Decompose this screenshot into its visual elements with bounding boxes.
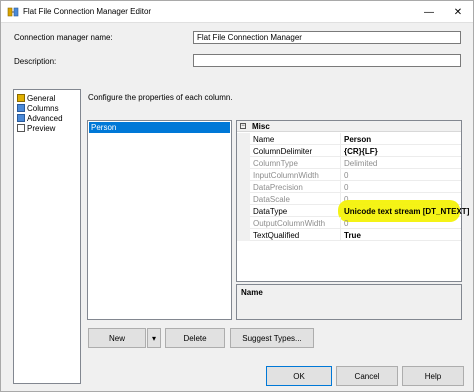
suggest-types-button-label: Suggest Types... (242, 333, 302, 343)
suggest-types-button[interactable]: Suggest Types... (230, 328, 314, 348)
new-button-label: New (108, 333, 125, 343)
connection-name-input[interactable]: Flat File Connection Manager (193, 31, 461, 44)
description-input[interactable] (193, 54, 461, 67)
property-row-input-column-width[interactable]: InputColumnWidth 0 (237, 169, 461, 181)
nav-item-columns[interactable]: Columns (17, 103, 59, 113)
dialog-window: Flat File Connection Manager Editor — ✕ … (0, 0, 474, 392)
property-description-panel: Name (236, 284, 462, 320)
nav-item-label: Advanced (27, 113, 63, 123)
property-value: {CR}{LF} (344, 147, 378, 156)
property-row-column-type[interactable]: ColumnType Delimited (237, 157, 461, 169)
nav-item-label: Preview (27, 123, 56, 133)
category-header: − Misc (237, 121, 461, 132)
property-value: 0 (344, 171, 349, 180)
nav-item-label: Columns (27, 103, 59, 113)
name-label: Connection manager name: (14, 33, 113, 42)
property-value: Unicode text stream [DT_NTEXT] (344, 207, 470, 216)
collapse-icon[interactable]: − (240, 123, 246, 129)
property-name: DataPrecision (253, 183, 303, 192)
title-bar: Flat File Connection Manager Editor — ✕ (1, 1, 473, 23)
columns-icon (17, 104, 25, 112)
property-row-text-qualified[interactable]: TextQualified True (237, 229, 461, 241)
minimize-icon: — (424, 6, 434, 18)
general-icon (17, 94, 25, 102)
property-value: True (344, 231, 361, 240)
property-description-title: Name (241, 288, 263, 297)
property-name: TextQualified (253, 231, 300, 240)
ok-button[interactable]: OK (266, 366, 332, 386)
nav-item-label: General (27, 93, 56, 103)
category-label: Misc (252, 122, 270, 131)
help-button-label: Help (424, 371, 442, 381)
property-value: 0 (344, 183, 349, 192)
property-value: Person (344, 135, 372, 144)
property-name: Name (253, 135, 275, 144)
instruction-text: Configure the properties of each column. (88, 93, 233, 102)
help-button[interactable]: Help (402, 366, 464, 386)
cancel-button-label: Cancel (354, 371, 380, 381)
property-row-output-column-width[interactable]: OutputColumnWidth 0 (237, 217, 461, 229)
delete-button-label: Delete (183, 333, 207, 343)
property-value: 0 (344, 219, 349, 228)
chevron-down-icon: ▾ (151, 333, 156, 343)
property-row-name[interactable]: Name Person (237, 133, 461, 145)
column-list: Person (87, 120, 232, 320)
property-name: DataScale (253, 195, 290, 204)
minimize-button[interactable]: — (416, 2, 442, 22)
property-name: ColumnType (253, 159, 298, 168)
property-value: Delimited (344, 159, 378, 168)
property-name: ColumnDelimiter (253, 147, 313, 156)
property-row-column-delimiter[interactable]: ColumnDelimiter {CR}{LF} (237, 145, 461, 157)
delete-button[interactable]: Delete (165, 328, 225, 348)
close-button[interactable]: ✕ (445, 2, 471, 22)
close-icon: ✕ (453, 6, 463, 18)
property-row-data-precision[interactable]: DataPrecision 0 (237, 181, 461, 193)
ok-button-label: OK (293, 371, 305, 381)
property-name: OutputColumnWidth (253, 219, 326, 228)
window-title: Flat File Connection Manager Editor (23, 7, 152, 16)
advanced-icon (17, 114, 25, 122)
nav-item-advanced[interactable]: Advanced (17, 113, 63, 123)
cancel-button[interactable]: Cancel (336, 366, 398, 386)
connection-manager-icon (7, 7, 19, 17)
nav-panel: General Columns Advanced Preview (13, 89, 81, 384)
property-grid: − Misc Name Person ColumnDelimiter {CR}{… (236, 120, 469, 282)
new-button[interactable]: New (88, 328, 146, 348)
nav-item-general[interactable]: General (17, 93, 55, 103)
new-dropdown-button[interactable]: ▾ (147, 328, 161, 348)
nav-item-preview[interactable]: Preview (17, 123, 55, 133)
property-name: InputColumnWidth (253, 171, 319, 180)
description-label: Description: (14, 57, 57, 66)
preview-icon (17, 124, 25, 132)
column-list-item[interactable]: Person (89, 122, 230, 133)
property-name: DataType (253, 207, 288, 216)
property-row-data-type[interactable]: DataType Unicode text stream [DT_NTEXT] (237, 200, 469, 222)
